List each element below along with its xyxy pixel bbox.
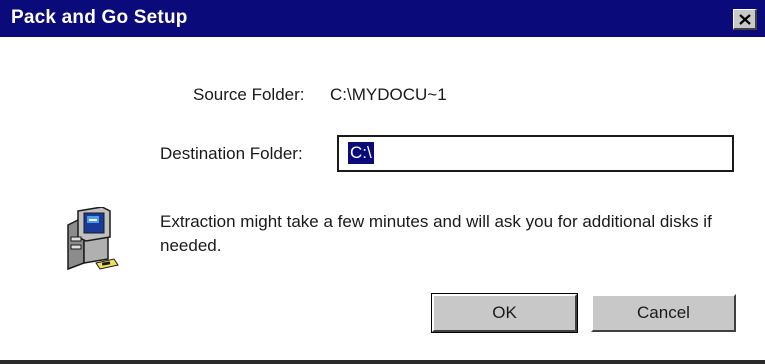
destination-folder-value: C:\ xyxy=(348,142,374,164)
destination-folder-input[interactable]: C:\ xyxy=(337,135,734,172)
close-button[interactable] xyxy=(733,9,757,30)
close-icon xyxy=(738,13,751,25)
extraction-message: Extraction might take a few minutes and … xyxy=(160,212,712,255)
computer-icon xyxy=(62,206,124,273)
destination-folder-label: Destination Folder: xyxy=(160,144,303,163)
source-folder-label: Source Folder: xyxy=(193,85,305,104)
window-bottom-border xyxy=(0,360,765,364)
ok-button[interactable]: OK xyxy=(431,293,578,333)
window-title: Pack and Go Setup xyxy=(11,7,188,28)
cancel-button[interactable]: Cancel xyxy=(591,294,736,332)
source-folder-value: C:\MYDOCU~1 xyxy=(330,85,447,104)
pack-and-go-dialog: Pack and Go Setup Source Folder: C:\MYDO… xyxy=(0,0,765,364)
title-bar[interactable]: Pack and Go Setup xyxy=(0,0,765,37)
